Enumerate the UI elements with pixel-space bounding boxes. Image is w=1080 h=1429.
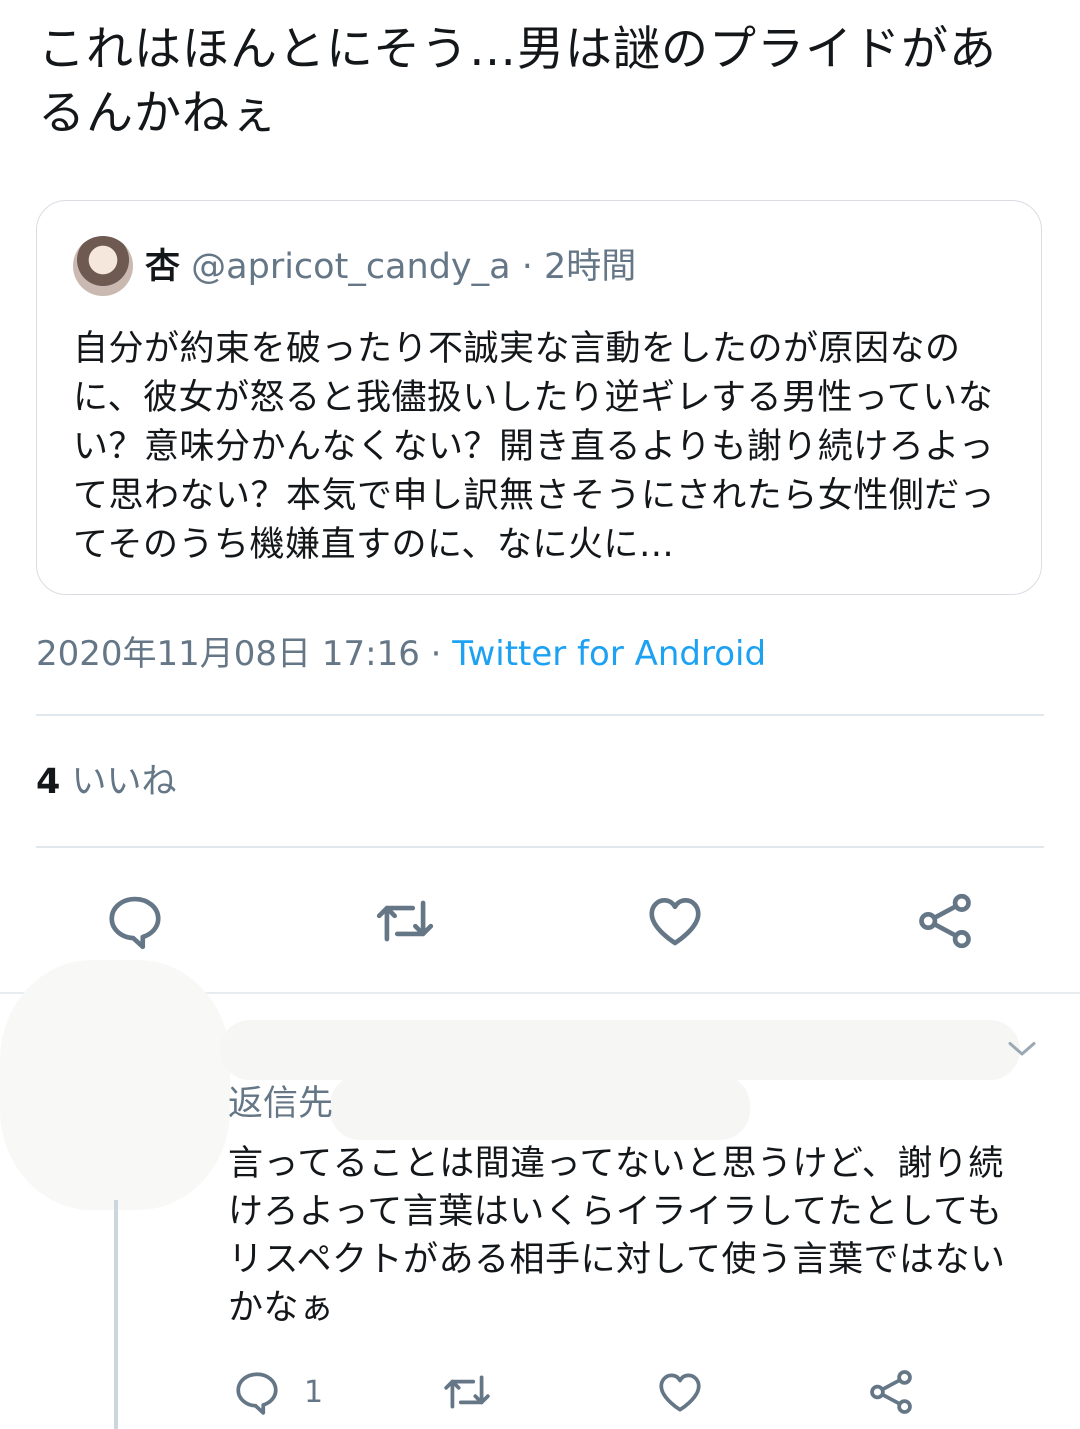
retweet-icon <box>376 900 434 942</box>
heart-icon <box>649 898 701 946</box>
share-button[interactable] <box>910 886 980 956</box>
tweet-date: 2020年11月08日 17:16 <box>36 634 420 674</box>
reply-like-button[interactable] <box>655 1362 705 1422</box>
quoted-tweet-card[interactable]: 杏 @apricot_candy_a · 2時間 自分が約束を破ったり不誠実な言… <box>36 200 1042 595</box>
share-icon <box>870 1370 912 1414</box>
redaction-mark <box>220 1020 1020 1080</box>
divider <box>36 714 1044 716</box>
like-button[interactable] <box>640 886 710 956</box>
separator-dot: · <box>510 247 544 287</box>
redaction-mark <box>0 960 230 1210</box>
tweet-source-link[interactable]: Twitter for Android <box>452 634 766 674</box>
retweet-icon <box>444 1375 490 1409</box>
redaction-mark <box>330 1075 750 1140</box>
reply-to-line: 返信先 <box>228 1080 333 1128</box>
tweet-meta: 2020年11月08日 17:16 · Twitter for Android <box>36 630 766 678</box>
tweet-text: これはほんとにそう…男は謎のプライドがあるんかねぇ <box>38 22 998 141</box>
reply-share-button[interactable] <box>866 1362 916 1422</box>
reply-retweet-button[interactable] <box>442 1362 492 1422</box>
share-icon <box>919 893 971 949</box>
chevron-down-icon[interactable] <box>1004 1030 1040 1066</box>
reply-text: 言ってることは間違ってないと思うけど、謝り続けろよって言葉はいくらイライラしてた… <box>228 1144 1006 1328</box>
heart-icon <box>659 1373 701 1412</box>
likes-count: 4 <box>36 762 61 802</box>
likes-label: いいね <box>71 762 177 802</box>
reply-to-label: 返信先 <box>228 1084 334 1124</box>
quoted-user-name: 杏 <box>145 247 181 287</box>
reply-reply-button[interactable]: 1 <box>232 1362 323 1422</box>
tweet-action-bar <box>0 886 1080 956</box>
separator-dot: · <box>419 634 453 674</box>
reply-button[interactable] <box>100 886 170 956</box>
quoted-user-avatar[interactable] <box>73 236 133 296</box>
reply-bubble-icon <box>109 896 161 950</box>
divider <box>36 846 1044 848</box>
quoted-user-handle: @apricot_candy_a <box>191 247 511 287</box>
quoted-tweet-time: 2時間 <box>543 247 637 287</box>
quoted-tweet-text: 自分が約束を破ったり不誠実な言動をしたのが原因なのに、彼女が怒ると我儘扱いしたり… <box>73 329 996 565</box>
quoted-tweet-header: 杏 @apricot_candy_a · 2時間 <box>145 241 636 293</box>
reply-bubble-icon <box>236 1372 278 1415</box>
retweet-button[interactable] <box>370 886 440 956</box>
reply-action-bar: 1 <box>0 1362 1080 1422</box>
reply-count: 1 <box>304 1374 324 1410</box>
likes-stat[interactable]: 4 いいね <box>36 758 177 806</box>
